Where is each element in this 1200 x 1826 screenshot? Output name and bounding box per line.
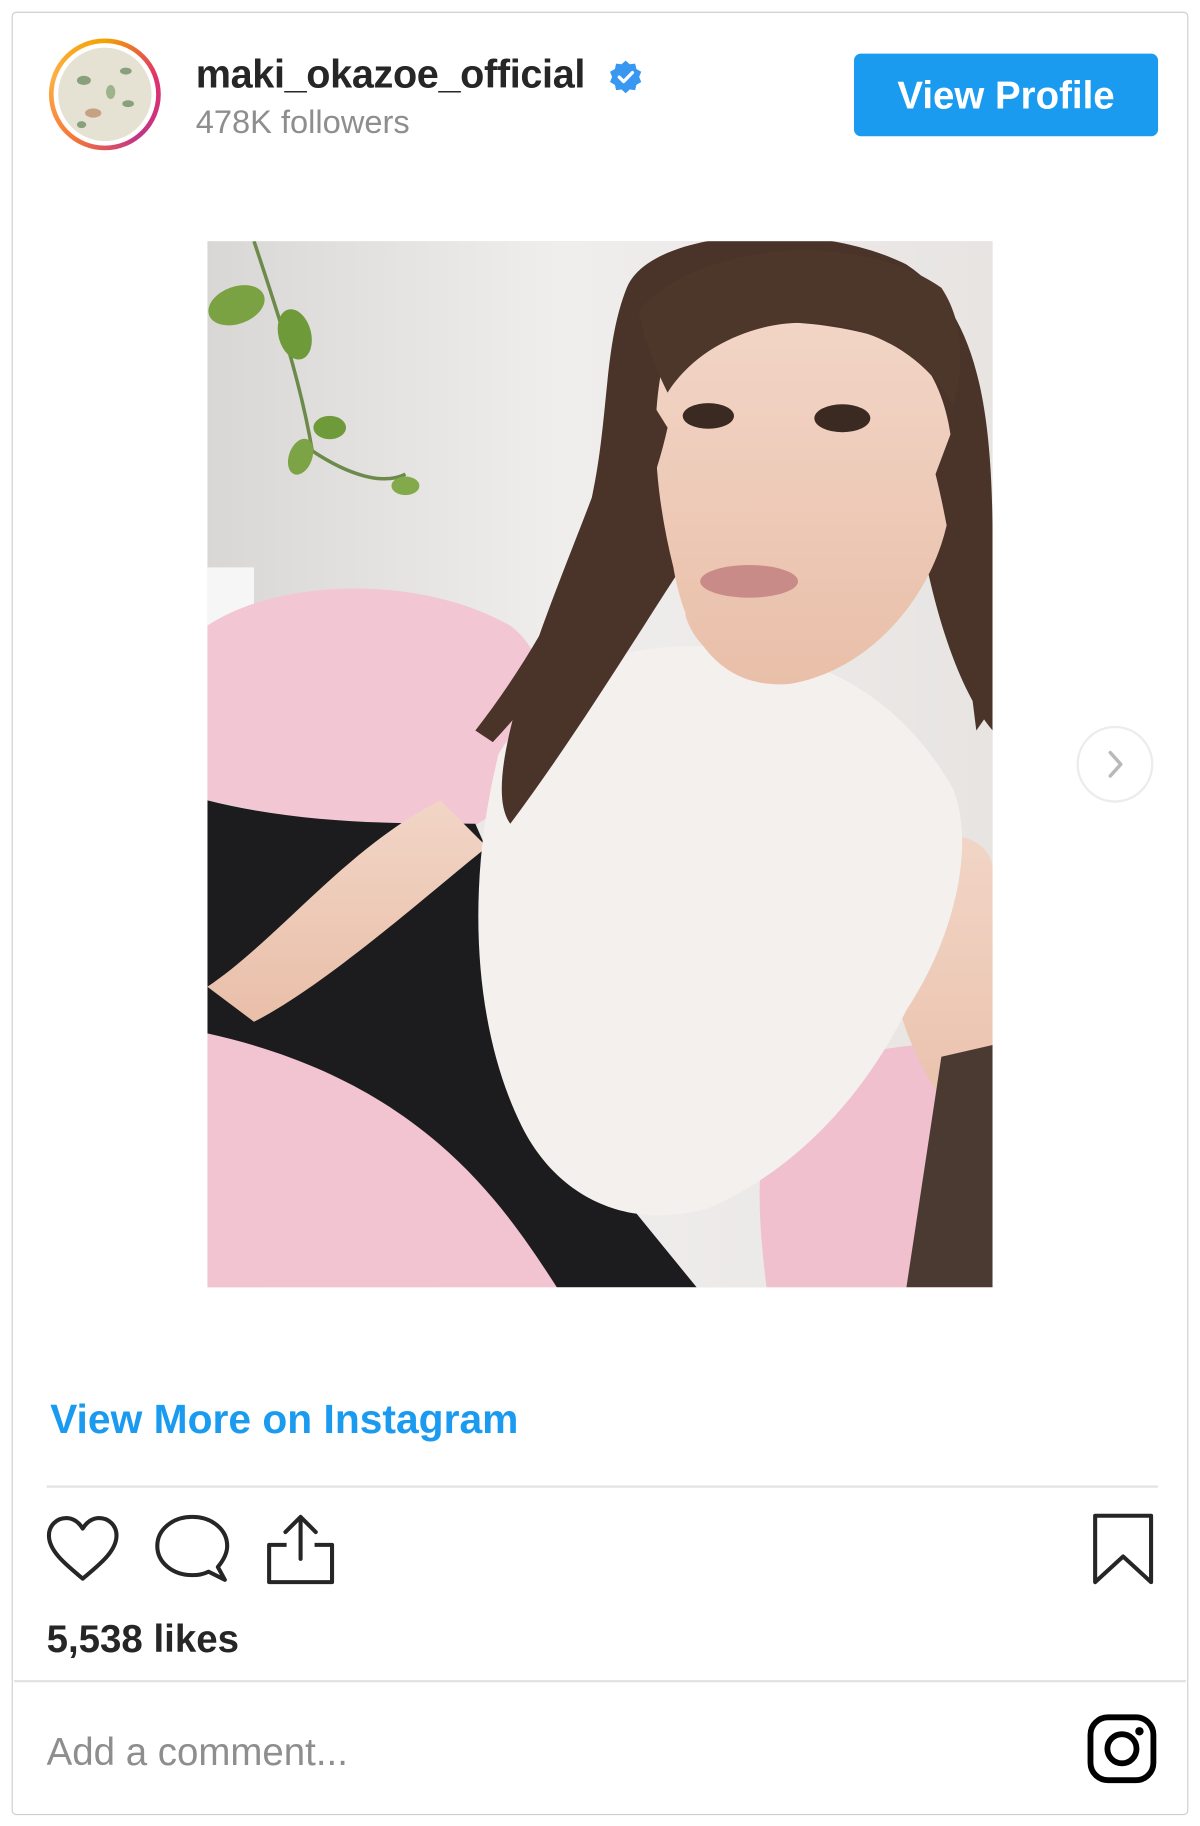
comment-icon[interactable]	[154, 1512, 231, 1587]
next-photo-button[interactable]	[1076, 725, 1154, 803]
heart-icon[interactable]	[44, 1515, 121, 1585]
divider	[46, 1485, 1159, 1488]
view-more-link[interactable]: View More on Instagram	[50, 1397, 518, 1444]
username[interactable]: maki_okazoe_official	[196, 52, 586, 97]
likes-count: 5,538 likes	[46, 1617, 240, 1661]
avatar-border	[53, 43, 157, 146]
view-profile-button[interactable]: View Profile	[853, 53, 1159, 137]
bookmark-icon[interactable]	[1090, 1512, 1155, 1587]
divider	[13, 1680, 1187, 1683]
verified-badge-icon	[610, 60, 642, 94]
chevron-right-icon	[1108, 750, 1123, 778]
avatar-image	[58, 47, 152, 141]
followers-count: 478K followers	[195, 103, 410, 140]
post-photo[interactable]	[207, 241, 993, 1288]
share-icon[interactable]	[266, 1512, 336, 1587]
avatar[interactable]	[48, 38, 161, 151]
instagram-logo-icon[interactable]	[1086, 1713, 1158, 1785]
comment-input[interactable]: Add a comment...	[47, 1730, 348, 1774]
